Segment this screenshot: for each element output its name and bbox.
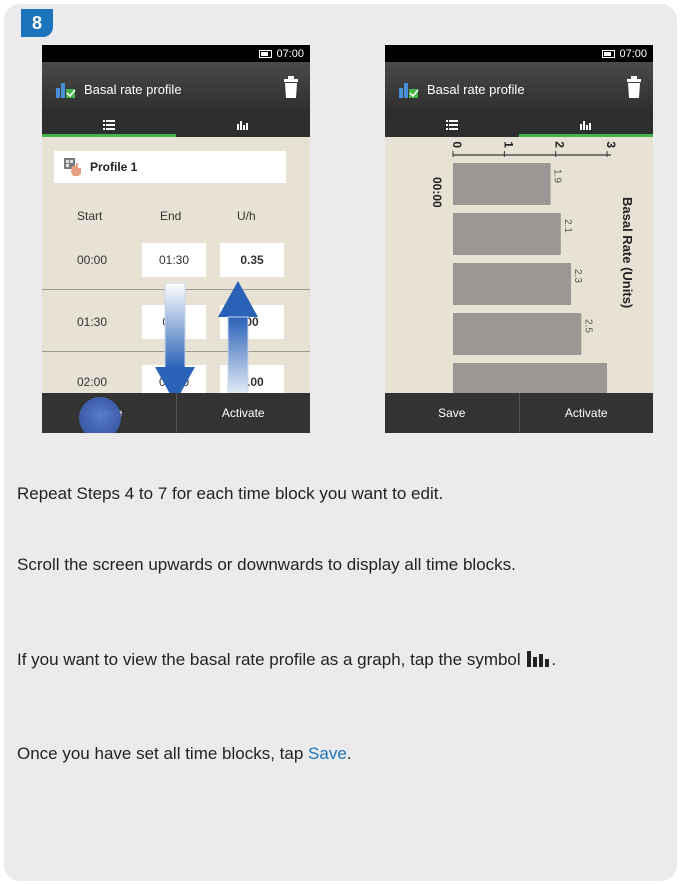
row-1-rate-field[interactable]: 0.35 (220, 243, 284, 277)
list-icon (446, 120, 458, 130)
bar (453, 213, 561, 255)
column-header-start: Start (77, 209, 103, 223)
row-2-start: 01:30 (76, 315, 108, 329)
row-1-start: 00:00 (76, 253, 108, 267)
activate-button[interactable]: Activate (518, 393, 654, 433)
bar-value-label: 2.1 (562, 219, 573, 233)
graph-view-screen: 07:00 Basal rate profile 0 1 2 3 00:00 1… (385, 45, 653, 433)
bottom-action-bar: Save Activate (385, 393, 653, 433)
bar (453, 363, 607, 393)
scroll-up-arrow-icon (218, 281, 258, 405)
column-header-end: End (160, 209, 182, 223)
bar-value-label: 1.9 (552, 169, 563, 183)
bar-graph-icon (527, 651, 550, 667)
status-time: 07:00 (619, 47, 647, 60)
status-bar: 07:00 (385, 45, 653, 62)
axis-tick-label: 3 (604, 141, 618, 148)
bar-graph-icon (580, 121, 591, 130)
tab-graph-view[interactable] (519, 116, 653, 137)
save-link[interactable]: Save (308, 744, 347, 763)
column-header-rate: U/h (237, 209, 256, 223)
axis-tick-label: 1 (501, 141, 515, 148)
bar-graph-icon (237, 121, 248, 130)
instruction-repeat-steps: Repeat Steps 4 to 7 for each time block … (17, 484, 444, 503)
status-bar: 07:00 (42, 45, 310, 62)
instruction-view-graph-end: . (551, 650, 557, 669)
view-tabs (42, 116, 310, 137)
activate-button[interactable]: Activate (175, 393, 311, 433)
bar (453, 263, 572, 305)
save-button[interactable]: Save (385, 393, 519, 433)
basal-profile-icon (399, 83, 419, 98)
screen-title: Basal rate profile (427, 81, 525, 97)
list-view-screen: 07:00 Basal rate profile Profile 1 Start… (42, 45, 310, 433)
instruction-scroll: Scroll the screen upwards or downwards t… (17, 555, 516, 574)
status-time: 07:00 (276, 47, 304, 60)
profile-hand-icon (64, 158, 81, 176)
instruction-save-text: Once you have set all time blocks, tap (17, 744, 309, 763)
axis-tick-label: 2 (553, 141, 567, 148)
instruction-card: 8 07:00 Basal rate profile Profile 1 Sta… (4, 4, 677, 881)
step-number-badge: 8 (21, 9, 53, 37)
tab-graph-view[interactable] (176, 116, 310, 137)
basal-profile-icon (56, 83, 76, 98)
bar (453, 313, 582, 355)
tab-list-view[interactable] (42, 116, 176, 137)
profile-selector[interactable]: Profile 1 (54, 151, 286, 183)
battery-icon (259, 49, 273, 58)
row-1-end-field[interactable]: 01:30 (142, 243, 206, 277)
battery-icon (602, 49, 616, 58)
scroll-down-arrow-icon (155, 283, 195, 403)
view-tabs (385, 116, 653, 137)
trash-icon[interactable] (284, 76, 298, 98)
bar (453, 163, 551, 205)
basal-rate-chart: 0 1 2 3 00:00 1.9 2.1 2.3 2.5 Basal Rate (Units) (430, 141, 635, 393)
tap-indicator (79, 397, 121, 433)
axis-tick-label: 0 (450, 141, 464, 148)
instruction-view-graph-text: If you want to view the basal rate profi… (17, 650, 521, 669)
screen-header: Basal rate profile (42, 62, 310, 116)
bar-value-label: 2.5 (582, 319, 593, 333)
screen-title: Basal rate profile (84, 81, 182, 97)
time-axis-label: 00:00 (430, 177, 444, 208)
instruction-save-end: . (346, 744, 352, 763)
tab-list-view[interactable] (385, 116, 519, 137)
chart-axis-title: Basal Rate (Units) (620, 197, 635, 308)
bar-value-label: 2.3 (572, 269, 583, 283)
instruction-save: Once you have set all time blocks, tap S… (17, 742, 657, 766)
profile-name: Profile 1 (90, 160, 138, 174)
list-icon (103, 120, 115, 130)
instruction-view-graph: If you want to view the basal rate profi… (17, 648, 657, 672)
trash-icon[interactable] (627, 76, 641, 98)
screen-header: Basal rate profile (385, 62, 653, 116)
